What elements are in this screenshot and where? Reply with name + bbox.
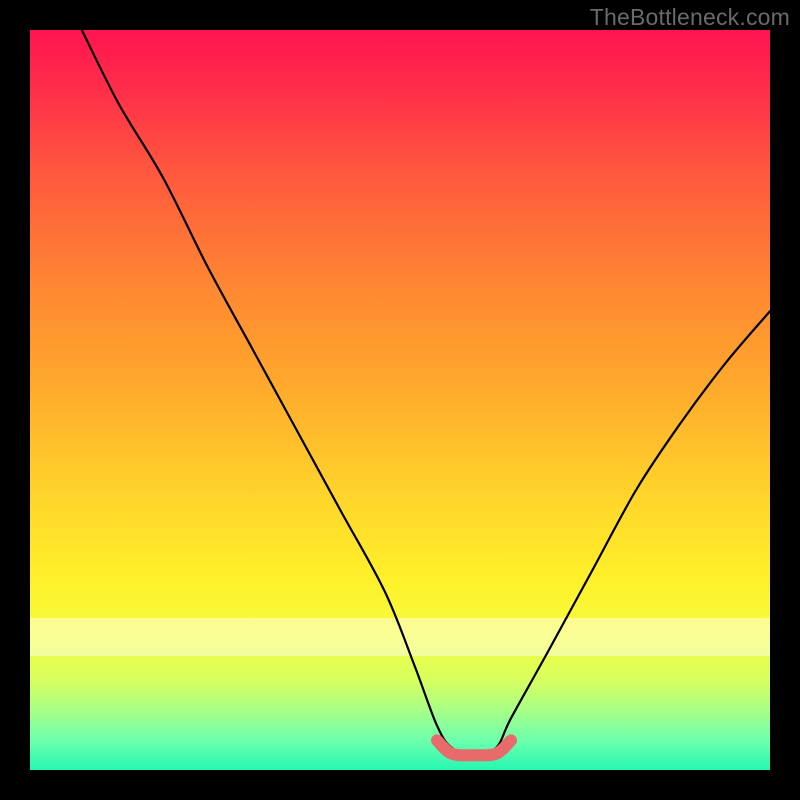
curve-svg (30, 30, 770, 770)
main-curve-path (82, 30, 770, 755)
plot-area (30, 30, 770, 770)
watermark-text: TheBottleneck.com (590, 4, 790, 31)
chart-frame: TheBottleneck.com (0, 0, 800, 800)
